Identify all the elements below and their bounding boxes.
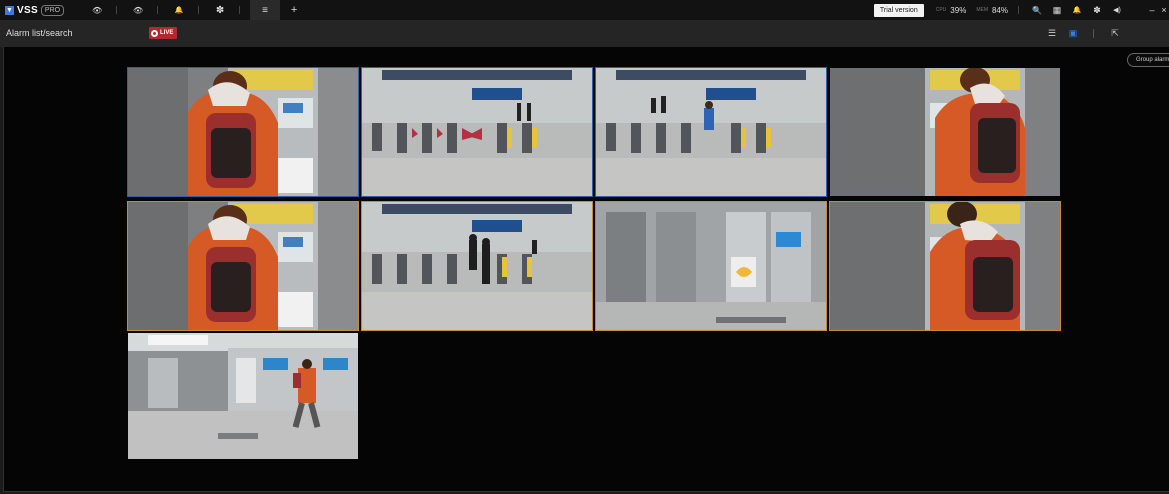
alarm-thumbnail[interactable] <box>361 201 593 331</box>
thumbnail-view-icon[interactable]: ▣ <box>1066 26 1080 40</box>
mem-value: 84% <box>991 5 1008 15</box>
vss-logo-icon: ▼ <box>5 5 14 15</box>
app-name: VSS <box>17 4 38 16</box>
list-view-icon[interactable]: ☰ <box>1045 26 1059 40</box>
alarm-thumbnail[interactable] <box>127 67 359 197</box>
mem-label: MEM <box>976 7 988 13</box>
add-tab-button[interactable]: + <box>284 0 304 20</box>
camera-snapshot-person-ticket-machine <box>830 68 1060 196</box>
live-record-icon <box>151 29 158 37</box>
bell-icon[interactable]: 🔔 <box>1067 6 1087 14</box>
top-right-controls: Trial version CPU 39% MEM 84% 🔍 ▦ 🔔 ✽ ◀)… <box>873 0 1169 20</box>
tab-alarm-list[interactable]: ≡ <box>250 0 281 20</box>
alarm-thumbnail[interactable] <box>829 201 1061 331</box>
camera-snapshot-station-gates <box>362 202 592 330</box>
camera-snapshot-person-walking <box>128 333 358 459</box>
page-header: Alarm list/search LIVE ☰ ▣ ⇱ <box>0 20 1169 47</box>
camera-snapshot-person-ticket-machine <box>128 68 358 196</box>
search-icon[interactable]: 🔍 <box>1027 6 1047 15</box>
grid-icon[interactable]: ▦ <box>1047 5 1067 16</box>
alarm-thumbnail[interactable] <box>830 68 1060 196</box>
bell-icon: 🔔 <box>174 7 184 14</box>
tab-live-view-2[interactable]: 👁 <box>125 0 151 20</box>
cpu-value: 39% <box>950 5 967 15</box>
tab-settings[interactable]: ✽ <box>207 0 233 20</box>
alarm-thumbnail[interactable] <box>127 201 359 331</box>
eye-icon: 👁 <box>92 5 103 15</box>
tab-live-view-1[interactable]: 👁 <box>84 0 110 20</box>
minimize-icon[interactable]: – <box>1145 5 1159 15</box>
page-title: Alarm list/search <box>6 28 73 38</box>
top-bar: ▼ VSS PRO 👁 👁 🔔 ✽ ≡ + Trial version CPU … <box>0 0 1169 20</box>
settings-icon[interactable]: ✽ <box>1087 5 1107 16</box>
alarm-thumbnail[interactable] <box>128 333 358 459</box>
trial-version-badge[interactable]: Trial version <box>873 3 924 17</box>
camera-snapshot-station-gates <box>362 68 592 196</box>
app-brand: ▼ VSS PRO <box>0 0 65 20</box>
plus-icon: + <box>290 4 298 16</box>
mem-meter: MEM 84% <box>976 6 1008 15</box>
alarm-thumbnail[interactable] <box>595 67 827 197</box>
camera-snapshot-station-gates <box>596 68 826 196</box>
eye-icon: 👁 <box>133 5 144 15</box>
pro-badge: PRO <box>40 4 65 16</box>
camera-snapshot-ticket-machines <box>596 202 826 330</box>
export-icon[interactable]: ⇱ <box>1108 26 1122 40</box>
cpu-label: CPU <box>935 7 947 13</box>
divider <box>1093 29 1094 38</box>
tab-alarm[interactable]: 🔔 <box>166 0 192 20</box>
alarm-thumbnail[interactable] <box>595 201 827 331</box>
volume-icon[interactable]: ◀) <box>1107 6 1127 14</box>
camera-snapshot-person-ticket-machine <box>128 202 358 330</box>
group-alarm-button[interactable]: Group alarm <box>1127 53 1169 67</box>
live-button[interactable]: LIVE <box>149 27 178 39</box>
alarm-thumbnail[interactable] <box>361 67 593 197</box>
gear-icon: ✽ <box>215 4 225 16</box>
close-icon[interactable]: × <box>1159 5 1169 15</box>
cpu-meter: CPU 39% <box>936 6 967 15</box>
live-label: LIVE <box>160 30 174 36</box>
camera-snapshot-person-ticket-machine <box>830 202 1060 330</box>
alarm-list-icon: ≡ <box>262 4 269 16</box>
